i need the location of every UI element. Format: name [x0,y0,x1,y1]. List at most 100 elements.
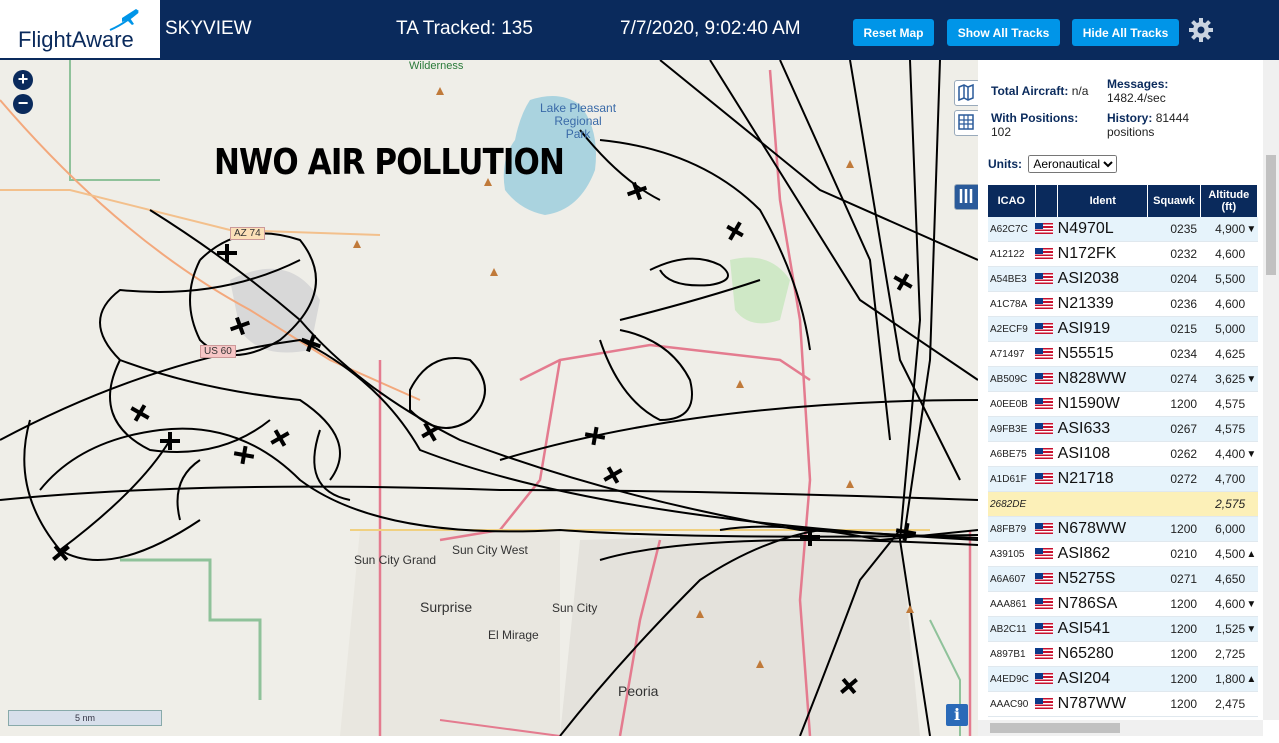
table-row[interactable]: AAAC90 N787WW 1200 2,475 [988,691,1258,717]
icao-cell: A9FB3E [988,416,1036,442]
table-row[interactable]: A62C7C N4970L 0235 4,900 ▼ [988,217,1258,242]
table-row[interactable]: A1D61F N21718 0272 4,700 [988,466,1258,492]
altitude-cell: 1,525 [1200,616,1246,642]
us-flag-icon [1035,623,1054,635]
map-view[interactable]: Wilderness Lake Pleasant Regional Park A… [0,60,978,736]
icao-cell: A897B1 [988,641,1036,667]
flag-cell [1035,641,1058,667]
squawk-cell: 1200 [1147,641,1201,667]
sun-city-label: Sun City [552,601,598,615]
history-label: History: [1107,111,1153,125]
positions-value: 102 [991,125,1012,139]
altitude-trend-cell [1245,341,1258,367]
units-select[interactable]: Aeronautical [1028,155,1118,173]
aircraft-panel: Total Aircraft: n/a Messages: 1482.4/sec… [978,60,1263,736]
altitude-trend-cell: ▼ [1245,217,1258,242]
altitude-cell: 2,575 [1200,491,1246,517]
table-row[interactable]: AAA861 N786SA 1200 4,600 ▼ [988,591,1258,617]
scrollbar-thumb[interactable] [990,723,1120,733]
show-all-tracks-button[interactable]: Show All Tracks [947,19,1060,46]
squawk-cell: 0272 [1147,466,1201,492]
table-row[interactable]: A6BE75 ASI108 0262 4,400 ▼ [988,441,1258,467]
col-altitude[interactable]: Altitude (ft) [1200,185,1259,217]
squawk-cell: 1200 [1147,391,1201,417]
table-row[interactable]: A1C78A N21339 0236 4,600 [988,291,1258,317]
table-row[interactable]: A54BE3 ASI2038 0204 5,500 [988,266,1258,292]
icao-cell: A1C78A [988,291,1036,317]
icao-cell: 2682DE [988,491,1036,517]
info-button[interactable]: i [946,704,968,726]
lake-pleasant-label: Lake Pleasant Regional Park [540,102,616,141]
zoom-in-button[interactable]: + [13,70,33,90]
ident-cell: ASI108 [1057,441,1148,467]
altitude-cell: 3,625 [1200,366,1246,392]
icao-cell: A4ED9C [988,666,1036,692]
squawk-cell: 0267 [1147,416,1201,442]
gear-icon[interactable] [1188,17,1214,43]
column-toggle-button[interactable] [954,184,978,210]
table-row[interactable]: A4ED9C ASI204 1200 1,800 ▲ [988,666,1258,692]
altitude-trend-cell: ▲ [1245,666,1258,692]
scrollbar-thumb[interactable] [1266,155,1276,275]
table-row[interactable]: A39105 ASI862 0210 4,500 ▲ [988,541,1258,567]
us-flag-icon [1035,223,1054,235]
table-row[interactable]: A2ECF9 ASI919 0215 5,000 [988,316,1258,342]
squawk-cell: 0236 [1147,291,1201,317]
zoom-out-button[interactable]: − [13,94,33,114]
flag-cell [1035,441,1058,467]
ident-cell: N21718 [1057,466,1148,492]
grid-toggle-button[interactable] [954,110,978,136]
flag-cell [1035,691,1058,717]
table-row[interactable]: A71497 N55515 0234 4,625 [988,341,1258,367]
table-row[interactable]: 2682DE 2,575 [988,491,1258,517]
altitude-cell: 4,600 [1200,241,1246,267]
top-bar: FlightAware SKYVIEW TA Tracked: 135 7/7/… [0,0,1279,60]
panel-vertical-scrollbar[interactable] [1263,60,1279,720]
altitude-trend-cell [1245,566,1258,592]
altitude-cell: 4,625 [1200,341,1246,367]
flag-cell [1035,541,1058,567]
altitude-cell: 6,000 [1200,516,1246,542]
col-ident[interactable]: Ident [1057,185,1149,217]
ident-cell: N65280 [1057,641,1148,667]
ident-cell: N678WW [1057,516,1148,542]
col-altitude-label: Altitude [1208,189,1250,201]
history-unit: positions [1107,125,1155,139]
map-layers-button[interactable] [954,80,978,106]
flag-cell [1035,266,1058,292]
positions-stat: With Positions: 102 [991,111,1078,139]
col-flag[interactable] [1035,185,1059,217]
table-row[interactable]: A12122 N172FK 0232 4,600 [988,241,1258,267]
table-row[interactable]: A8FB79 N678WW 1200 6,000 [988,516,1258,542]
squawk-cell: 0234 [1147,341,1201,367]
ident-cell: ASI633 [1057,416,1148,442]
flag-cell [1035,591,1058,617]
us-flag-icon [1035,673,1054,685]
altitude-trend-cell [1245,466,1258,492]
app-name: SKYVIEW [165,18,252,39]
ident-cell: N787WW [1057,691,1148,717]
table-row[interactable]: AB509C N828WW 0274 3,625 ▼ [988,366,1258,392]
table-row[interactable]: AB2C11 ASI541 1200 1,525 ▼ [988,616,1258,642]
hide-all-tracks-button[interactable]: Hide All Tracks [1072,19,1179,46]
altitude-trend-cell [1245,491,1258,517]
aircraft-table: ICAO Ident Squawk Altitude (ft) A62C7C N4… [988,185,1259,717]
flightaware-logo[interactable]: FlightAware [0,0,162,58]
col-icao[interactable]: ICAO [988,185,1036,217]
reset-map-button[interactable]: Reset Map [853,19,934,46]
panel-horizontal-scrollbar[interactable] [978,720,1263,736]
table-row[interactable]: A897B1 N65280 1200 2,725 [988,641,1258,667]
us-flag-icon [1035,398,1054,410]
altitude-trend-cell [1245,316,1258,342]
overlay-title: NWO AIR POLLUTION [214,142,565,183]
squawk-cell: 0210 [1147,541,1201,567]
table-row[interactable]: A0EE0B N1590W 1200 4,575 [988,391,1258,417]
table-row[interactable]: A9FB3E ASI633 0267 4,575 [988,416,1258,442]
icao-cell: A0EE0B [988,391,1036,417]
table-row[interactable]: A6A607 N5275S 0271 4,650 [988,566,1258,592]
flag-cell [1035,241,1058,267]
us-flag-icon [1035,548,1054,560]
col-squawk[interactable]: Squawk [1147,185,1201,217]
squawk-cell: 0204 [1147,266,1201,292]
ident-cell [1057,491,1148,517]
